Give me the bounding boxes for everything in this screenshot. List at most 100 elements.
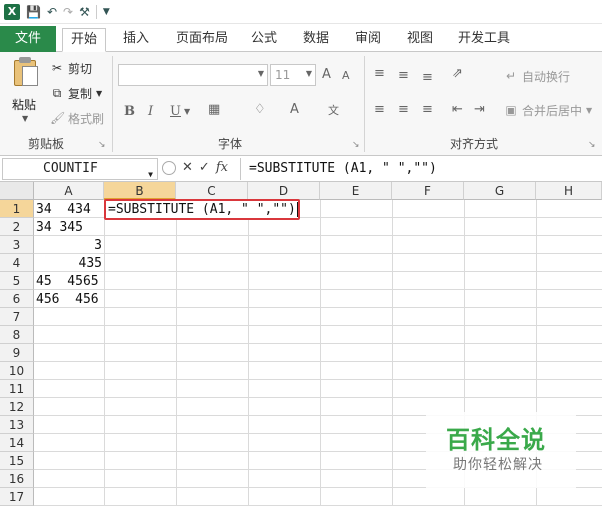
row-header-8[interactable]: 8 [0, 326, 34, 344]
cell-a6[interactable]: 456 456 [36, 291, 102, 309]
decrease-indent-icon[interactable]: ⇤ [452, 102, 463, 117]
row-header-11[interactable]: 11 [0, 380, 34, 398]
tab-insert[interactable]: 插入 [116, 28, 156, 52]
column-header-c[interactable]: C [176, 182, 248, 200]
ribbon-tabs: 文件 开始 插入 页面布局 公式 数据 审阅 视图 开发工具 [0, 24, 602, 52]
column-header-b[interactable]: B [104, 182, 176, 200]
bold-button[interactable]: B [124, 104, 135, 119]
format-painter-label: 格式刷 [68, 111, 105, 126]
undo-icon[interactable]: ↶ [47, 5, 57, 19]
chevron-down-icon[interactable]: ▼ [22, 114, 28, 123]
align-left-icon[interactable]: ≡ [374, 102, 385, 117]
group-divider [364, 56, 365, 152]
row-header-6[interactable]: 6 [0, 290, 34, 308]
active-cell-editor[interactable]: =SUBSTITUTE (A1, " ","") [108, 201, 296, 219]
scissors-icon: ✂ [51, 61, 63, 75]
align-middle-icon[interactable]: ≡ [398, 68, 409, 83]
border-icon[interactable]: ▦ [208, 102, 220, 117]
row-header-16[interactable]: 16 [0, 470, 34, 488]
row-header-4[interactable]: 4 [0, 254, 34, 272]
name-box[interactable]: COUNTIF ▼ [2, 158, 158, 180]
align-bottom-icon[interactable]: ≡ [422, 70, 433, 85]
quick-access-toolbar: X 💾 ↶ ↷ ⚒ ▼ [0, 0, 602, 24]
copy-button[interactable]: ⧉ 复制 ▼ [50, 83, 102, 103]
column-header-g[interactable]: G [464, 182, 536, 200]
tab-file[interactable]: 文件 [0, 26, 56, 52]
insert-function-icon[interactable]: fx [216, 160, 228, 175]
cell-a2[interactable]: 34 345 [36, 219, 102, 237]
cell-a1[interactable]: 34 434 [36, 201, 102, 219]
dialog-launcher-icon[interactable]: ↘ [352, 140, 360, 150]
font-group-label: 字体 [218, 137, 243, 151]
tab-data[interactable]: 数据 [298, 28, 334, 52]
wrap-text-icon: ↵ [505, 69, 517, 83]
tab-developer[interactable]: 开发工具 [452, 28, 516, 52]
row-header-12[interactable]: 12 [0, 398, 34, 416]
align-center-icon[interactable]: ≡ [398, 102, 409, 117]
phonetic-icon[interactable]: 文 [328, 102, 339, 118]
formula-buttons: ✕ ✓ fx [162, 160, 228, 175]
italic-button[interactable]: I [148, 104, 153, 119]
paste-button-label[interactable]: 粘贴 [12, 96, 36, 113]
gridline [176, 200, 177, 506]
merge-icon: ▣ [505, 103, 517, 117]
cell-a4[interactable]: 435 [36, 255, 102, 273]
enter-icon[interactable]: ✓ [199, 160, 210, 175]
align-top-icon[interactable]: ≡ [374, 66, 385, 81]
gridline [34, 235, 602, 236]
font-size-value: 11 [275, 68, 291, 82]
customize-icon[interactable]: ⚒ [79, 5, 90, 19]
formula-input[interactable]: =SUBSTITUTE (A1, " ","") [240, 158, 600, 180]
tab-page-layout[interactable]: 页面布局 [170, 28, 234, 52]
row-header-2[interactable]: 2 [0, 218, 34, 236]
column-header-a[interactable]: A [34, 182, 104, 200]
increase-indent-icon[interactable]: ⇥ [474, 102, 485, 117]
copy-label: 复制 [68, 86, 93, 101]
column-header-f[interactable]: F [392, 182, 464, 200]
cancel-icon[interactable]: ✕ [182, 160, 193, 175]
gridline [320, 200, 321, 506]
format-painter-button[interactable]: 🖌 格式刷 [50, 108, 104, 128]
row-header-13[interactable]: 13 [0, 416, 34, 434]
row-header-14[interactable]: 14 [0, 434, 34, 452]
cell-a3[interactable]: 3 [36, 237, 102, 255]
dialog-launcher-icon[interactable]: ↘ [588, 140, 596, 150]
column-header-h[interactable]: H [536, 182, 602, 200]
row-header-10[interactable]: 10 [0, 362, 34, 380]
orientation-icon[interactable]: ⇗ [452, 66, 463, 81]
row-header-15[interactable]: 15 [0, 452, 34, 470]
cut-button[interactable]: ✂ 剪切 [50, 58, 92, 78]
font-size-combo[interactable]: 11 ▼ [270, 64, 316, 86]
gridline [34, 253, 602, 254]
column-header-d[interactable]: D [248, 182, 320, 200]
row-header-1[interactable]: 1 [0, 200, 34, 218]
formula-bar-handle-icon[interactable] [162, 160, 176, 175]
merge-center-button[interactable]: ▣ 合并后居中 ▼ [504, 100, 592, 120]
save-icon[interactable]: 💾 [26, 5, 41, 19]
align-right-icon[interactable]: ≡ [422, 102, 433, 117]
tab-review[interactable]: 审阅 [350, 28, 386, 52]
row-header-9[interactable]: 9 [0, 344, 34, 362]
tab-formulas[interactable]: 公式 [246, 28, 282, 52]
grow-font-button[interactable]: A [322, 67, 331, 82]
font-family-combo[interactable]: ▼ [118, 64, 268, 86]
row-header-17[interactable]: 17 [0, 488, 34, 506]
tab-home[interactable]: 开始 [62, 28, 106, 52]
column-header-e[interactable]: E [320, 182, 392, 200]
tab-view[interactable]: 视图 [402, 28, 438, 52]
wrap-text-button[interactable]: ↵ 自动换行 [504, 66, 570, 86]
fill-color-icon[interactable]: ♢ [254, 102, 266, 117]
dialog-launcher-icon[interactable]: ↘ [98, 140, 106, 150]
row-header-7[interactable]: 7 [0, 308, 34, 326]
chevron-down-icon[interactable]: ▼ [184, 107, 190, 116]
paste-icon[interactable] [8, 56, 42, 88]
row-header-3[interactable]: 3 [0, 236, 34, 254]
cell-a5[interactable]: 45 4565 [36, 273, 102, 291]
redo-icon[interactable]: ↷ [63, 5, 73, 19]
underline-button[interactable]: U [170, 104, 181, 119]
row-header-5[interactable]: 5 [0, 272, 34, 290]
chevron-down-icon[interactable]: ▼ [103, 7, 110, 17]
font-color-icon[interactable]: A [290, 102, 299, 117]
shrink-font-button[interactable]: A [342, 69, 350, 82]
select-all-corner[interactable] [0, 182, 34, 200]
